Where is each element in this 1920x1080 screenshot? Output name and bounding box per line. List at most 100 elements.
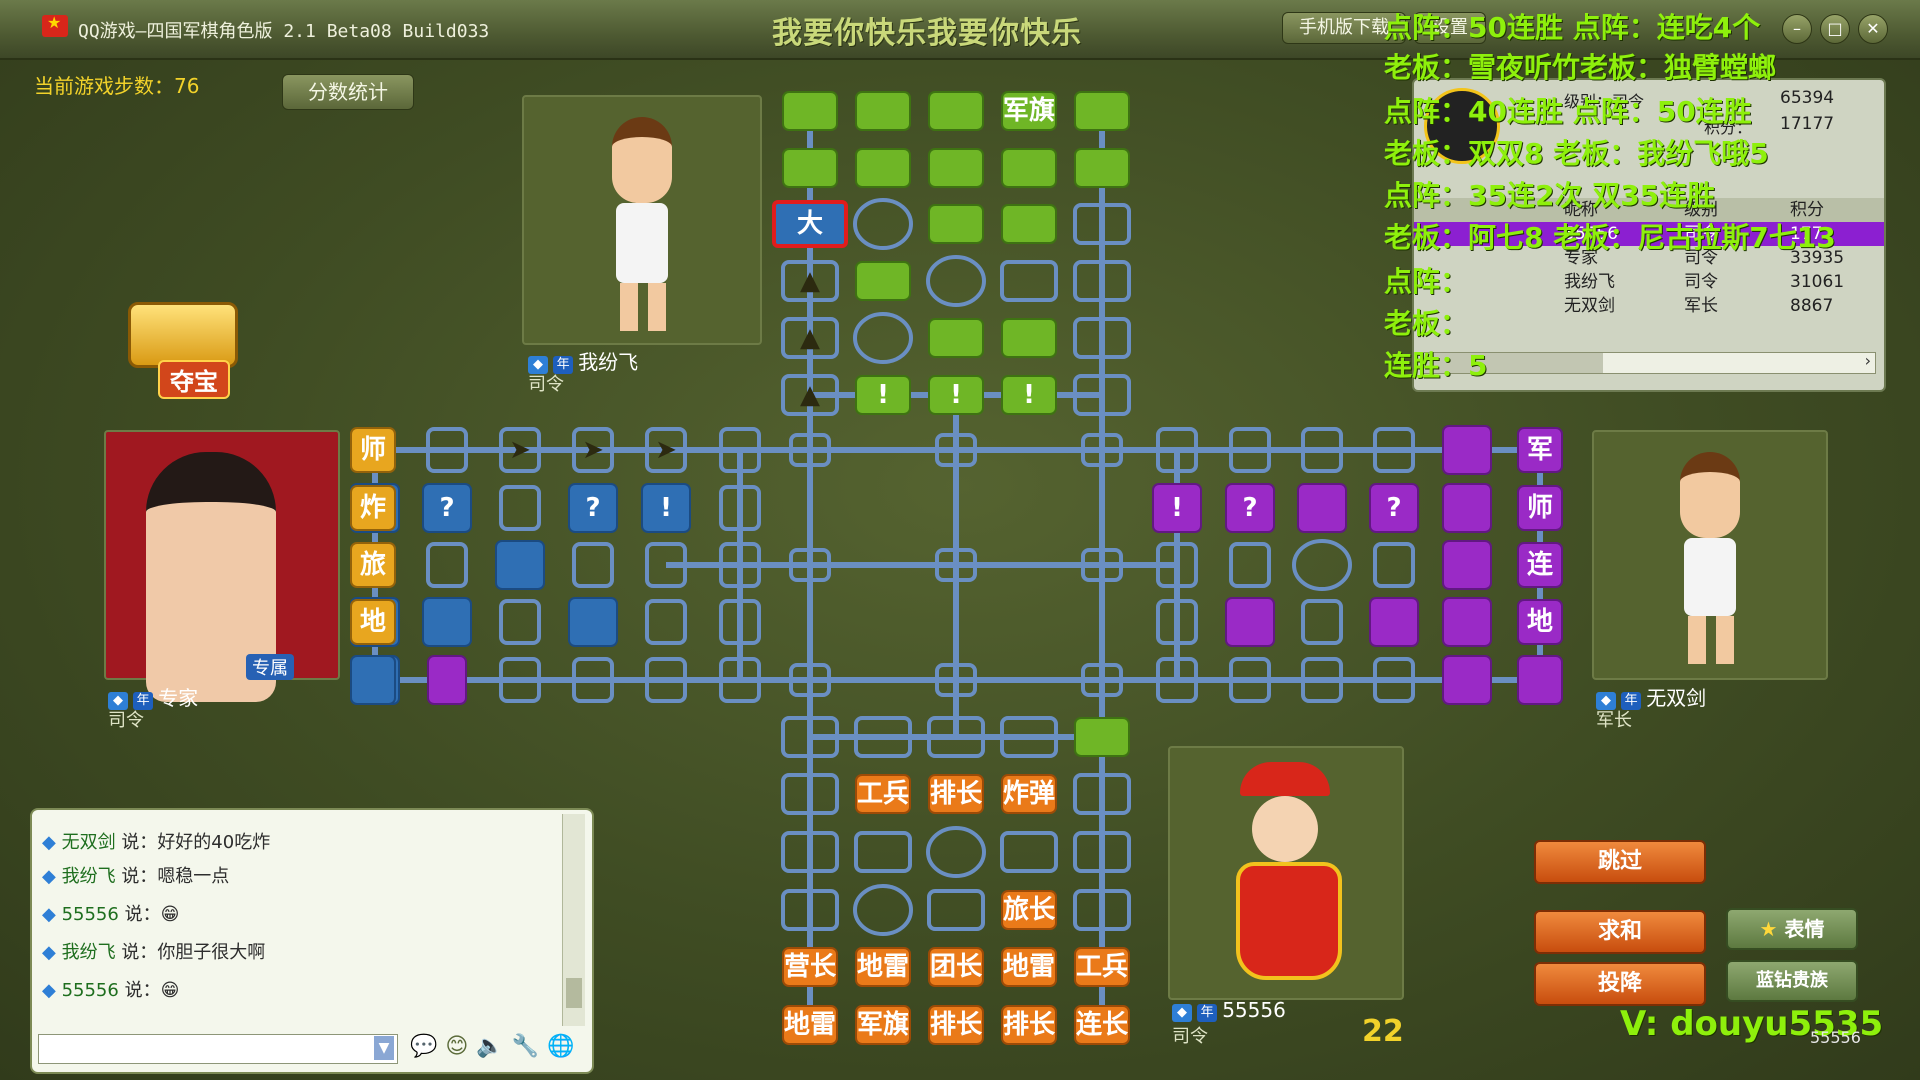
board-cell[interactable]: [928, 318, 984, 358]
board-cell[interactable]: [928, 148, 984, 188]
scrollbar-thumb[interactable]: [566, 978, 582, 1008]
emoji-icon: 😁: [160, 980, 180, 1001]
board-cell[interactable]: [1369, 597, 1419, 647]
board-cell[interactable]: [1517, 655, 1563, 705]
board-cell[interactable]: [854, 831, 912, 873]
chat-input[interactable]: [38, 1034, 398, 1064]
piece-label: 团长: [930, 952, 983, 982]
board-cell[interactable]: [499, 485, 541, 531]
camp-cell[interactable]: [1292, 539, 1352, 591]
surrender-button[interactable]: 投降: [1534, 962, 1706, 1006]
character-leg-icon: [648, 283, 666, 331]
avatar-right[interactable]: [1592, 430, 1828, 680]
board-cell[interactable]: [855, 148, 911, 188]
camp-cell[interactable]: [853, 198, 913, 250]
board-cell[interactable]: [645, 599, 687, 645]
smile-icon[interactable]: 😊: [445, 1034, 476, 1059]
chat-text: 嗯稳一点: [157, 866, 230, 887]
speaker-icon[interactable]: 🔈: [476, 1034, 511, 1059]
avatar-left[interactable]: 专属: [104, 430, 340, 702]
draw-button[interactable]: 求和: [1534, 910, 1706, 954]
board-cell[interactable]: [1001, 148, 1057, 188]
overlay-line: 老板：: [1384, 307, 1469, 340]
board-cell[interactable]: [782, 148, 838, 188]
piece-label: 师: [1527, 493, 1553, 523]
board-cell[interactable]: [1442, 425, 1492, 475]
board-cell[interactable]: [426, 542, 468, 588]
board-cell[interactable]: [1442, 655, 1492, 705]
piece-label: ?: [439, 493, 454, 523]
chat-toolbar[interactable]: 💬😊🔈🔧🌐: [410, 1034, 583, 1059]
piece-label: 军: [1527, 435, 1553, 465]
treasure-button[interactable]: 夺宝: [118, 298, 252, 399]
board-cell[interactable]: [427, 655, 467, 705]
piece-label: ➤: [655, 435, 677, 465]
character-body-icon: [1684, 538, 1736, 616]
steps-label: 当前游戏步数：: [34, 74, 174, 98]
chat-says: 说：: [121, 942, 158, 963]
board-cell[interactable]: [855, 261, 911, 301]
chat-message: ◆ 无双剑 说：好好的40吃炸: [42, 828, 562, 858]
piece-label: 旅: [360, 550, 386, 580]
emote-button[interactable]: ★ 表情: [1726, 908, 1858, 950]
board-cell[interactable]: [927, 889, 985, 931]
piece-label: 军旗: [1003, 95, 1055, 126]
emote-label: 表情: [1784, 917, 1825, 941]
board-cell[interactable]: [782, 91, 838, 131]
board-cell[interactable]: [495, 540, 545, 590]
chat-sender[interactable]: 无双剑: [62, 832, 116, 853]
chevron-down-icon[interactable]: ▼: [374, 1036, 394, 1060]
camp-cell[interactable]: [926, 255, 986, 307]
board-cell[interactable]: [1225, 597, 1275, 647]
overlay-line: 老板：双双8 老板：我纷飞哦5: [1384, 137, 1769, 170]
board-cell[interactable]: [928, 204, 984, 244]
blue-diamond-button[interactable]: 蓝钻贵族: [1726, 960, 1858, 1002]
board-cell[interactable]: [568, 597, 618, 647]
diamond-icon: ◆: [42, 980, 56, 1001]
skip-button[interactable]: 跳过: [1534, 840, 1706, 884]
avatar-top[interactable]: [522, 95, 762, 345]
star-icon: ★: [1759, 917, 1778, 941]
board-cell[interactable]: [350, 655, 396, 705]
board-cell[interactable]: [1373, 542, 1415, 588]
board-cell[interactable]: [1074, 148, 1130, 188]
chat-message: ◆ 55556 说：😁: [42, 900, 562, 930]
board-cell[interactable]: [1301, 599, 1343, 645]
piece-label: 连长: [1076, 1010, 1129, 1040]
piece-label: !: [660, 493, 672, 523]
chat-scrollbar[interactable]: [562, 814, 585, 1026]
character-leg-icon: [1688, 616, 1706, 664]
globe-icon[interactable]: 🌐: [547, 1034, 582, 1059]
overlay-line: 点阵：: [1384, 265, 1469, 298]
camp-cell[interactable]: [926, 826, 986, 878]
wrench-icon[interactable]: 🔧: [512, 1034, 547, 1059]
board-cell[interactable]: [499, 599, 541, 645]
board-cell[interactable]: [1442, 540, 1492, 590]
camp-cell[interactable]: [853, 312, 913, 364]
board-cell[interactable]: [855, 91, 911, 131]
board-cell[interactable]: [1074, 717, 1130, 757]
board-cell[interactable]: [1229, 542, 1271, 588]
chat-sender[interactable]: 我纷飞: [62, 942, 116, 963]
board-cell[interactable]: [928, 91, 984, 131]
board-cell[interactable]: [1001, 204, 1057, 244]
board-cell[interactable]: [1442, 483, 1492, 533]
chat-sender[interactable]: 我纷飞: [62, 866, 116, 887]
board-cell[interactable]: [1000, 831, 1058, 873]
avatar-bottom[interactable]: [1168, 746, 1404, 1000]
board-cell[interactable]: [1442, 597, 1492, 647]
board-cell[interactable]: [1297, 483, 1347, 533]
chat-sender[interactable]: 55556: [62, 904, 119, 925]
board-cell[interactable]: [1000, 260, 1058, 302]
board-cell[interactable]: [1001, 318, 1057, 358]
camp-cell[interactable]: [853, 884, 913, 936]
player-left-rank: 司令: [108, 710, 144, 731]
piece-label: 师: [360, 435, 386, 465]
board-cell[interactable]: [422, 597, 472, 647]
character-robe-icon: [1236, 862, 1342, 980]
board-cell[interactable]: [572, 542, 614, 588]
board-cell[interactable]: [1074, 91, 1130, 131]
chat-bubble-icon[interactable]: 💬: [410, 1034, 445, 1059]
player-bottom-rank: 司令: [1172, 1026, 1208, 1047]
chat-sender[interactable]: 55556: [62, 980, 119, 1001]
